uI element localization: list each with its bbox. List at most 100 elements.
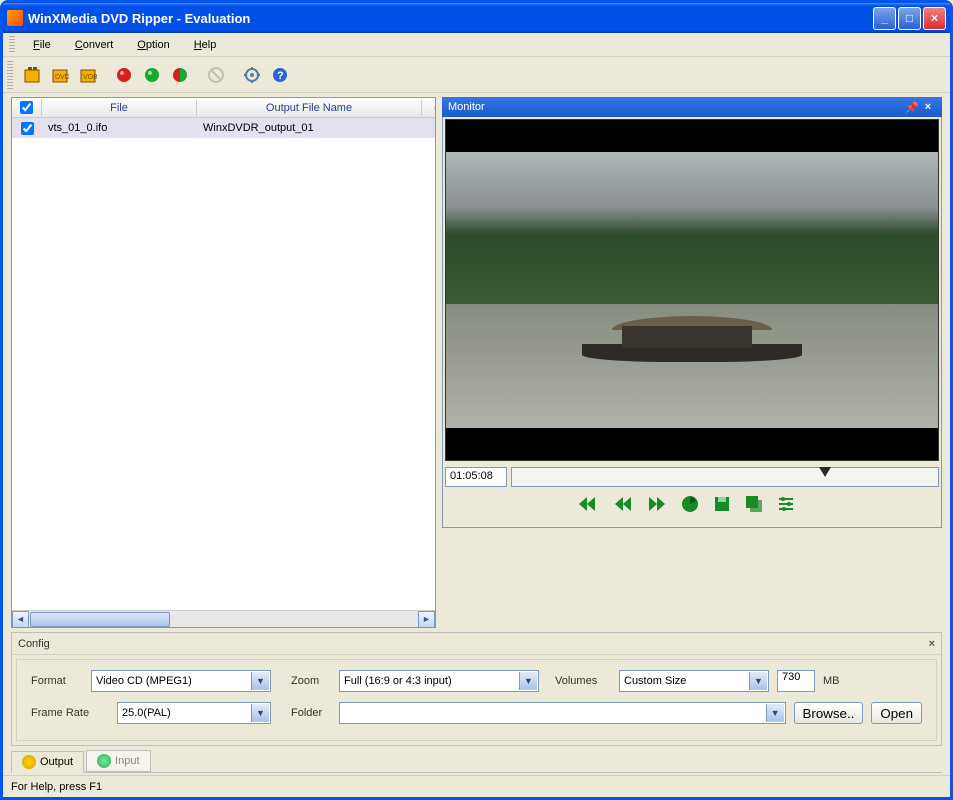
menu-option[interactable]: Option xyxy=(125,36,181,54)
help-icon-button[interactable]: ? xyxy=(267,62,293,88)
monitor-body: 01:05:08 xyxy=(442,117,942,528)
monitor-title: Monitor xyxy=(448,101,904,113)
playback-controls xyxy=(445,495,939,525)
config-title-label: Config xyxy=(18,638,929,650)
seek-slider[interactable] xyxy=(511,467,939,487)
monitor-panel: Monitor 📌 × 01:05:08 xyxy=(442,97,942,628)
header-file[interactable]: File xyxy=(42,100,197,116)
tab-output-label: Output xyxy=(40,756,73,768)
chevron-down-icon: ▼ xyxy=(749,672,767,690)
config-titlebar: Config × xyxy=(12,633,941,655)
open-ifo-button[interactable] xyxy=(19,62,45,88)
volumes-label: Volumes xyxy=(555,675,611,687)
scroll-right-button[interactable]: ► xyxy=(418,611,435,628)
menubar: File Convert Option Help xyxy=(3,33,950,57)
zoom-value: Full (16:9 or 4:3 input) xyxy=(344,675,452,687)
pin-icon[interactable]: 📌 xyxy=(904,101,920,114)
output-tab-icon xyxy=(22,755,36,769)
file-list-panel: File Output File Name vts_01_0.ifo WinxD… xyxy=(11,97,436,628)
volumes-select[interactable]: Custom Size ▼ xyxy=(619,670,769,692)
statusbar: For Help, press F1 xyxy=(3,775,950,797)
settings-button[interactable] xyxy=(239,62,265,88)
framerate-select[interactable]: 25.0(PAL) ▼ xyxy=(117,702,271,724)
input-tab-icon xyxy=(97,754,111,768)
format-select[interactable]: Video CD (MPEG1) ▼ xyxy=(91,670,271,692)
statusbar-text: For Help, press F1 xyxy=(11,781,102,793)
menu-help[interactable]: Help xyxy=(182,36,229,54)
open-dvd-button[interactable]: DVD xyxy=(47,62,73,88)
menu-file[interactable]: File xyxy=(21,36,63,54)
select-all-checkbox[interactable] xyxy=(20,101,33,114)
open-button[interactable]: Open xyxy=(871,702,922,724)
app-icon xyxy=(7,10,23,26)
browse-button[interactable]: Browse.. xyxy=(794,702,864,724)
close-button[interactable]: × xyxy=(923,7,946,30)
format-label: Format xyxy=(31,675,83,687)
chevron-down-icon: ▼ xyxy=(251,704,269,722)
timecode-display: 01:05:08 xyxy=(445,467,507,487)
main-window: WinXMedia DVD Ripper - Evaluation _ □ × … xyxy=(0,0,953,800)
crop-button[interactable] xyxy=(745,495,763,519)
menu-convert[interactable]: Convert xyxy=(63,36,126,54)
menu-convert-label: onvert xyxy=(83,39,114,51)
skip-forward-button[interactable] xyxy=(611,495,633,519)
row-output: WinxDVDR_output_01 xyxy=(197,120,422,136)
volumes-value: Custom Size xyxy=(624,675,686,687)
video-preview[interactable] xyxy=(445,119,939,461)
tab-input[interactable]: Input xyxy=(86,750,150,772)
skip-back-button[interactable] xyxy=(575,495,597,519)
file-list-body[interactable]: vts_01_0.ifo WinxDVDR_output_01 xyxy=(12,118,435,610)
main-area: File Output File Name vts_01_0.ifo WinxD… xyxy=(3,93,950,628)
stop-button xyxy=(203,62,229,88)
filter-button[interactable] xyxy=(777,495,795,519)
svg-text:?: ? xyxy=(277,70,284,82)
scroll-left-button[interactable]: ◄ xyxy=(12,611,29,628)
maximize-button[interactable]: □ xyxy=(898,7,921,30)
config-close-icon[interactable]: × xyxy=(929,638,935,650)
chevron-down-icon: ▼ xyxy=(251,672,269,690)
scroll-thumb[interactable] xyxy=(30,612,170,627)
toolbar: DVD VOB ? xyxy=(3,57,950,93)
volumes-size-input[interactable]: 730 xyxy=(777,670,815,692)
titlebar: WinXMedia DVD Ripper - Evaluation _ □ × xyxy=(3,3,950,33)
svg-text:VOB: VOB xyxy=(83,74,97,81)
framerate-value: 25.0(PAL) xyxy=(122,707,171,719)
zoom-label: Zoom xyxy=(291,675,331,687)
open-vob-button[interactable]: VOB xyxy=(75,62,101,88)
minimize-button[interactable]: _ xyxy=(873,7,896,30)
bottom-tabs: Output Input xyxy=(11,750,942,773)
folder-label: Folder xyxy=(291,707,331,719)
record-red-button[interactable] xyxy=(111,62,137,88)
record-green-button[interactable] xyxy=(139,62,165,88)
header-extra[interactable] xyxy=(422,106,435,110)
time-bar: 01:05:08 xyxy=(445,467,939,487)
tab-output[interactable]: Output xyxy=(11,751,84,773)
fast-forward-button[interactable] xyxy=(647,495,667,519)
horizontal-scrollbar[interactable]: ◄ ► xyxy=(12,610,435,627)
row-file: vts_01_0.ifo xyxy=(42,120,197,136)
framerate-label: Frame Rate xyxy=(31,707,109,719)
window-title: WinXMedia DVD Ripper - Evaluation xyxy=(28,11,873,26)
volumes-unit: MB xyxy=(823,675,843,687)
chevron-down-icon: ▼ xyxy=(519,672,537,690)
header-output[interactable]: Output File Name xyxy=(197,100,422,116)
file-list-header: File Output File Name xyxy=(12,98,435,118)
record-split-button[interactable] xyxy=(167,62,193,88)
menu-file-label: ile xyxy=(40,39,51,51)
timer-button[interactable] xyxy=(681,495,699,519)
folder-select[interactable]: ▼ xyxy=(339,702,786,724)
svg-text:DVD: DVD xyxy=(55,74,69,81)
tab-input-label: Input xyxy=(115,755,139,767)
row-checkbox[interactable] xyxy=(21,122,34,135)
menubar-grip xyxy=(9,36,15,54)
monitor-close-icon[interactable]: × xyxy=(920,101,936,113)
menu-help-label: elp xyxy=(202,39,217,51)
save-frame-button[interactable] xyxy=(713,495,731,519)
config-panel: Config × Format Video CD (MPEG1) ▼ Zoom F… xyxy=(11,632,942,746)
table-row[interactable]: vts_01_0.ifo WinxDVDR_output_01 xyxy=(12,118,435,138)
format-value: Video CD (MPEG1) xyxy=(96,675,192,687)
header-checkbox-col[interactable] xyxy=(12,99,42,116)
zoom-select[interactable]: Full (16:9 or 4:3 input) ▼ xyxy=(339,670,539,692)
seek-position-marker[interactable] xyxy=(819,467,831,477)
toolbar-grip xyxy=(7,61,13,89)
